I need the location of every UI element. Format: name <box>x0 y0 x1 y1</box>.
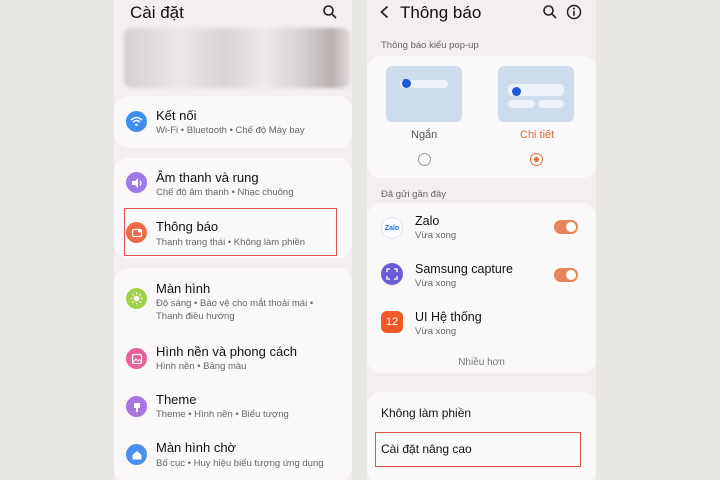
preview-dot <box>402 79 411 88</box>
connections-card: Kết nối Wi-Fi • Bluetooth • Chế độ Máy b… <box>114 96 352 148</box>
do-not-disturb-item[interactable]: Không làm phiền <box>381 406 471 420</box>
settings-item-subtitle: Bố cục • Huy hiệu biểu tượng ứng dụng <box>156 458 324 469</box>
notifications-highlight-box <box>124 208 337 256</box>
theme-icon <box>126 396 147 417</box>
settings-item-subtitle: Độ sáng • Bảo vệ cho mắt thoải mái • <box>156 298 314 309</box>
speaker-icon <box>126 172 147 193</box>
app-name: Zalo <box>415 214 440 228</box>
popup-style-label: Thông báo kiểu pop-up <box>381 40 479 51</box>
app-time: Vừa xong <box>415 230 457 241</box>
back-arrow-icon[interactable] <box>377 4 393 20</box>
zalo-toggle[interactable] <box>554 220 578 234</box>
settings-item-title: Theme <box>156 392 197 407</box>
samsung-capture-icon <box>381 263 403 285</box>
app-time: Vừa xong <box>415 278 457 289</box>
notifications-header: Thông báo <box>367 0 596 26</box>
popup-style-card: Ngắn Chi tiết <box>367 56 596 178</box>
settings-item-subtitle: Hình nền • Bảng màu <box>156 361 247 372</box>
notifications-screen: Thông báo Thông báo kiểu pop-up Ngắn Chi… <box>367 0 596 480</box>
home-icon <box>126 444 147 465</box>
display-card: Màn hình Độ sáng • Bảo vệ cho mắt thoải … <box>114 268 352 480</box>
settings-item-subtitle: Wi-Fi • Bluetooth • Chế độ Máy bay <box>156 125 305 136</box>
preview-dot <box>512 87 521 96</box>
preview-bar <box>538 100 564 108</box>
app-row-zalo[interactable]: Zalo Zalo Vừa xong <box>367 203 596 251</box>
account-card-blurred[interactable] <box>124 28 350 88</box>
app-name: Samsung capture <box>415 262 513 276</box>
zalo-icon: Zalo <box>381 217 403 239</box>
brightness-icon <box>126 288 147 309</box>
settings-item-wallpaper[interactable]: Hình nền và phong cách Hình nền • Bảng m… <box>114 336 352 384</box>
wallpaper-icon <box>126 348 147 369</box>
detailed-preview <box>498 66 574 122</box>
radio-brief[interactable] <box>418 153 431 166</box>
settings-item-title: Âm thanh và rung <box>156 170 259 185</box>
settings-item-subtitle: Thanh điều hướng <box>156 311 235 322</box>
settings-item-connections[interactable]: Kết nối Wi-Fi • Bluetooth • Chế độ Máy b… <box>114 96 352 148</box>
system-ui-icon: 12 <box>381 311 403 333</box>
recent-apps-card: Zalo Zalo Vừa xong Samsung capture Vừa x… <box>367 203 596 373</box>
settings-item-subtitle: Theme • Hình nền • Biểu tượng <box>156 409 289 420</box>
info-icon[interactable] <box>566 4 582 20</box>
search-icon[interactable] <box>542 4 558 20</box>
settings-item-title: Kết nối <box>156 108 197 123</box>
settings-item-title: Màn hình chờ <box>156 440 237 455</box>
brief-preview <box>386 66 462 122</box>
option-label: Chi tiết <box>520 129 555 141</box>
app-row-samsung-capture[interactable]: Samsung capture Vừa xong <box>367 251 596 299</box>
samsung-capture-toggle[interactable] <box>554 268 578 282</box>
settings-item-home-screen[interactable]: Màn hình chờ Bố cục • Huy hiệu biểu tượn… <box>114 432 352 480</box>
more-link[interactable]: Nhiều hơn <box>367 357 596 368</box>
app-name: UI Hệ thống <box>415 310 482 324</box>
settings-item-sound[interactable]: Âm thanh và rung Chế độ âm thanh • Nhạc … <box>114 158 352 208</box>
settings-item-theme[interactable]: Theme Theme • Hình nền • Biểu tượng <box>114 384 352 432</box>
radio-detailed[interactable] <box>530 153 543 166</box>
advanced-highlight-box <box>375 432 581 467</box>
app-row-system-ui[interactable]: 12 UI Hệ thống Vừa xong <box>367 299 596 347</box>
preview-bar <box>508 100 535 108</box>
settings-item-subtitle: Chế độ âm thanh • Nhạc chuông <box>156 187 294 198</box>
settings-screen: Cài đặt Kết nối Wi-Fi • Bluetooth • Chế … <box>114 0 352 480</box>
settings-item-title: Màn hình <box>156 281 211 296</box>
page-title: Cài đặt <box>130 3 184 22</box>
settings-header: Cài đặt <box>114 0 352 26</box>
recent-label: Đã gửi gần đây <box>381 189 446 200</box>
page-title: Thông báo <box>400 3 482 22</box>
settings-item-title: Hình nền và phong cách <box>156 344 297 359</box>
option-label: Ngắn <box>411 129 438 141</box>
search-icon[interactable] <box>322 4 338 20</box>
app-time: Vừa xong <box>415 326 457 337</box>
wifi-icon <box>126 111 147 132</box>
settings-item-display[interactable]: Màn hình Độ sáng • Bảo vệ cho mắt thoải … <box>114 268 352 330</box>
